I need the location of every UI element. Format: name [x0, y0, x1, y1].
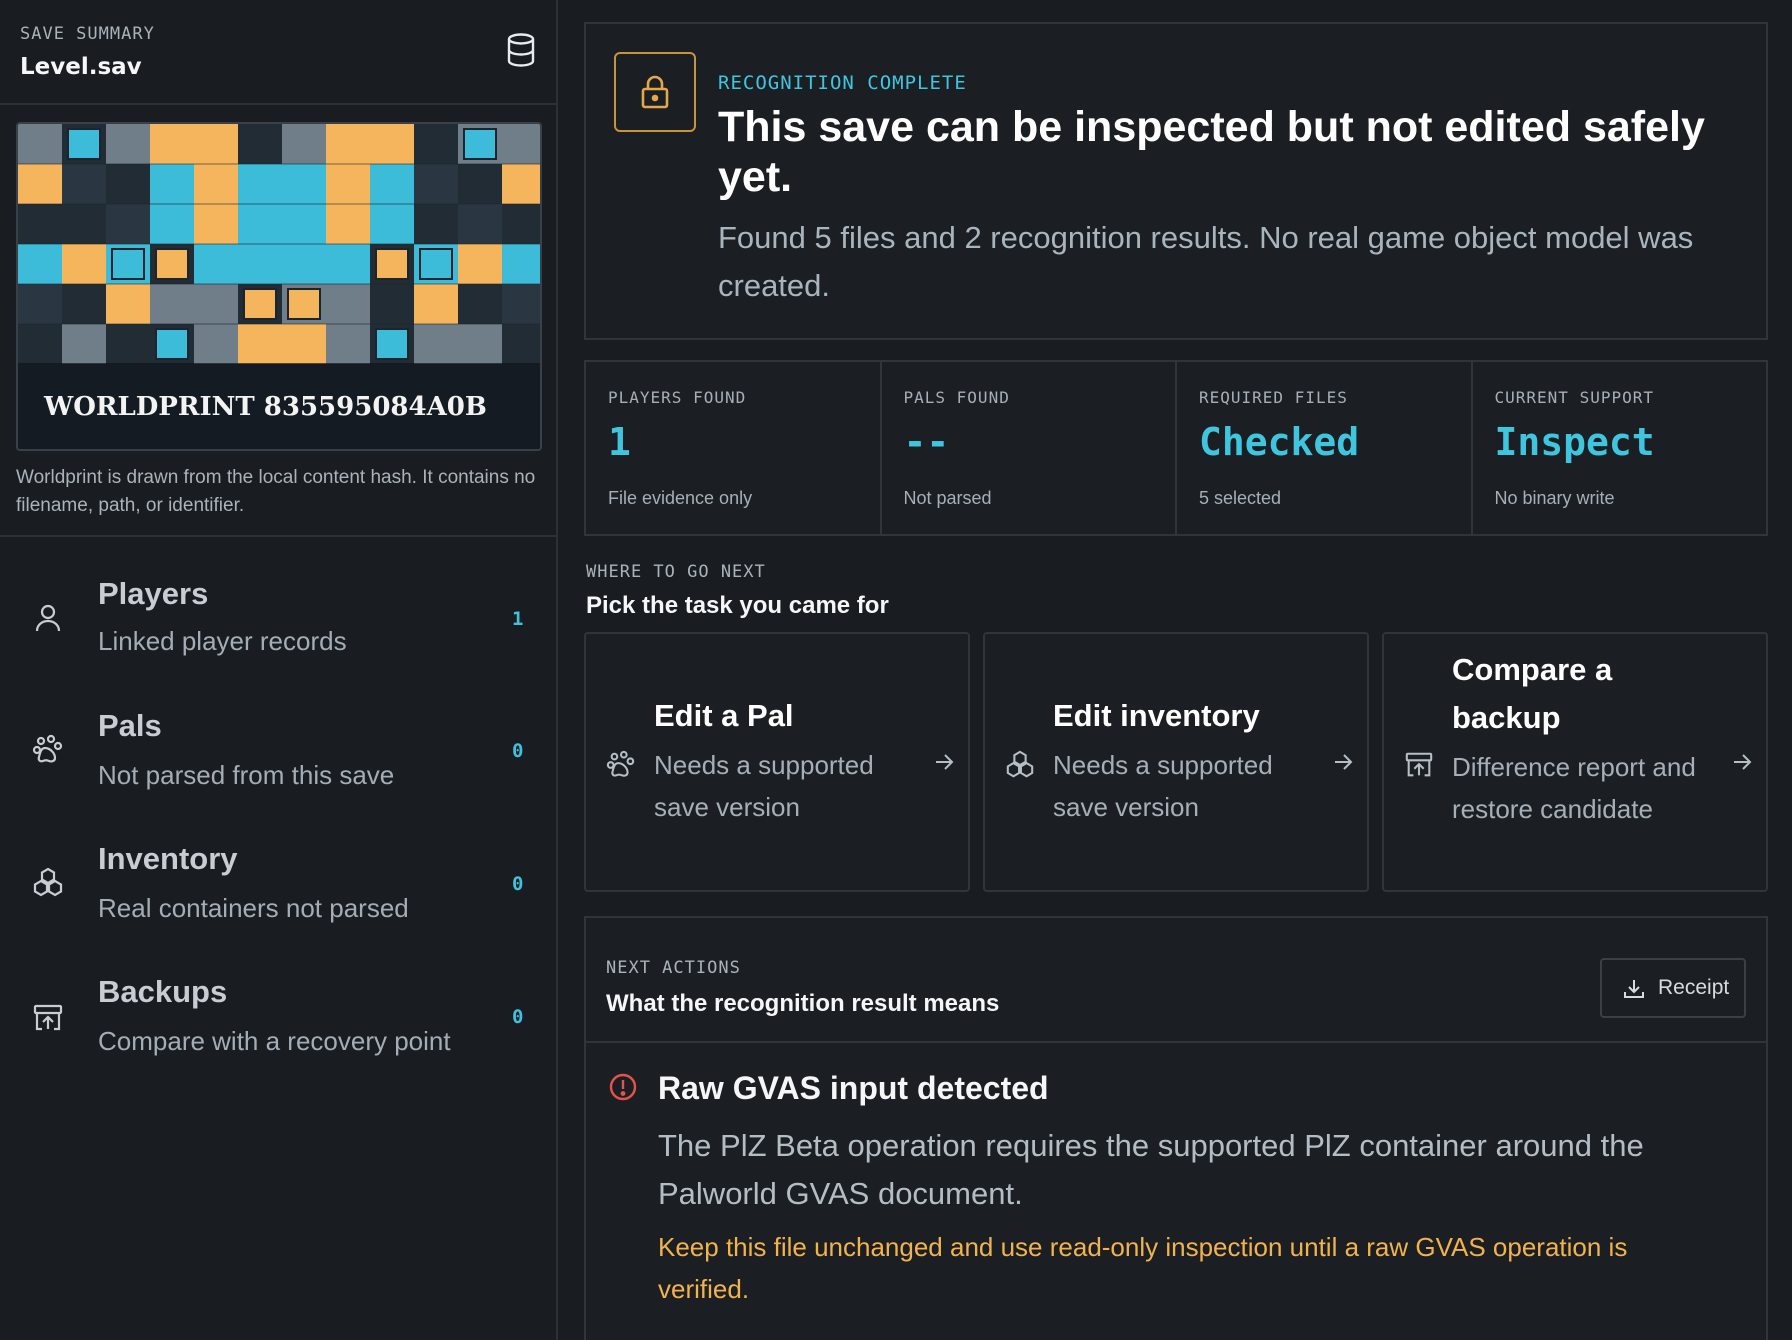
stat-note: File evidence only — [608, 488, 753, 508]
stat-required-files: REQUIRED FILES Checked 5 selected — [1177, 362, 1473, 534]
task-subtitle: Needs a supported save version — [1053, 750, 1273, 822]
task-subtitle: Difference report and restore candidate — [1452, 752, 1696, 824]
sidebar-divider — [0, 535, 556, 537]
receipt-button[interactable]: Receipt — [1600, 958, 1746, 1018]
hero-title: This save can be inspected but not edite… — [718, 103, 1705, 201]
sidebar-item-count: 0 — [512, 1006, 524, 1028]
next-title: Pick the task you came for — [586, 592, 889, 619]
alert-body: The PlZ Beta operation requires the supp… — [658, 1128, 1644, 1211]
arrow-right-icon — [1734, 754, 1752, 770]
stat-label: CURRENT SUPPORT — [1494, 388, 1654, 407]
lock-icon — [641, 75, 669, 109]
lock-badge — [614, 52, 696, 132]
actions-divider — [586, 1041, 1766, 1043]
stat-label: PALS FOUND — [903, 388, 1010, 407]
recognition-hero: RECOGNITION COMPLETE This save can be in… — [584, 22, 1768, 340]
sidebar-item-title: Inventory — [98, 841, 238, 876]
sidebar-item-count: 1 — [512, 608, 524, 630]
sidebar-kicker: SAVE SUMMARY — [20, 24, 155, 44]
sidebar-item-subtitle: Linked player records — [98, 626, 347, 656]
alert-note: Keep this file unchanged and use read-on… — [658, 1232, 1628, 1304]
boxes-icon — [33, 867, 63, 897]
sidebar-item-title: Players — [98, 576, 209, 611]
person-icon — [35, 604, 61, 632]
save-summary-sidebar: SAVE SUMMARY Level.sav WORLDPRINT 835595… — [0, 0, 558, 1340]
task-title: Compare a backup — [1452, 652, 1613, 735]
hero-kicker: RECOGNITION COMPLETE — [718, 72, 967, 94]
paw-icon — [32, 734, 63, 763]
actions-title: What the recognition result means — [606, 990, 1000, 1017]
receipt-label: Receipt — [1658, 976, 1730, 999]
worldprint-label: WORLDPRINT 835595084A0B — [44, 392, 487, 422]
stat-value: -- — [903, 420, 950, 464]
download-icon — [1624, 980, 1644, 998]
database-icon[interactable] — [505, 32, 537, 68]
hero-description: Found 5 files and 2 recognition results.… — [718, 220, 1694, 303]
stat-players-found: PLAYERS FOUND 1 File evidence only — [586, 362, 882, 534]
stat-value: Inspect — [1494, 420, 1655, 464]
sidebar-item-subtitle: Not parsed from this save — [98, 760, 395, 790]
archive-restore-icon — [33, 1004, 63, 1031]
sidebar-item-count: 0 — [512, 740, 524, 762]
task-subtitle: Needs a supported save version — [654, 750, 874, 822]
alert-circle-icon — [609, 1073, 637, 1101]
boxes-icon — [1006, 750, 1034, 778]
stat-note: 5 selected — [1199, 488, 1282, 508]
sidebar-item-count: 0 — [512, 873, 524, 895]
task-edit-inventory[interactable]: Edit inventory Needs a supported save ve… — [983, 632, 1369, 892]
arrow-right-icon — [936, 754, 954, 770]
stat-pals-found: PALS FOUND -- Not parsed — [882, 362, 1177, 534]
stat-label: REQUIRED FILES — [1199, 388, 1348, 407]
stat-label: PLAYERS FOUND — [608, 388, 747, 407]
actions-kicker: NEXT ACTIONS — [606, 958, 741, 978]
arrow-right-icon — [1335, 754, 1353, 770]
stat-value: 1 — [608, 420, 631, 464]
alert-title: Raw GVAS input detected — [658, 1070, 1049, 1106]
task-title: Edit a Pal — [654, 698, 794, 733]
stat-note: No binary write — [1494, 488, 1615, 508]
sidebar-item-inventory[interactable]: Inventory Real containers not parsed 0 — [0, 833, 556, 953]
sidebar-item-title: Pals — [98, 708, 162, 743]
stat-note: Not parsed — [903, 488, 992, 508]
sidebar-item-players[interactable]: Players Linked player records 1 — [0, 566, 556, 686]
save-file-name: Level.sav — [20, 54, 142, 80]
next-kicker: WHERE TO GO NEXT — [586, 562, 766, 582]
archive-restore-icon — [1405, 752, 1433, 777]
next-actions-panel: NEXT ACTIONS What the recognition result… — [584, 916, 1768, 1340]
sidebar-header: SAVE SUMMARY Level.sav — [0, 0, 556, 105]
sidebar-item-subtitle: Compare with a recovery point — [98, 1026, 451, 1056]
sidebar-item-pals[interactable]: Pals Not parsed from this save 0 — [0, 700, 556, 820]
task-title: Edit inventory — [1053, 698, 1260, 733]
stats-strip: PLAYERS FOUND 1 File evidence only PALS … — [584, 360, 1768, 536]
task-edit-pal[interactable]: Edit a Pal Needs a supported save versio… — [584, 632, 970, 892]
sidebar-item-subtitle: Real containers not parsed — [98, 893, 409, 923]
stat-current-support: CURRENT SUPPORT Inspect No binary write — [1473, 362, 1767, 534]
task-compare-backup[interactable]: Compare a backup Difference report and r… — [1382, 632, 1768, 892]
worldprint-caption: Worldprint is drawn from the local conte… — [16, 467, 536, 516]
sidebar-item-title: Backups — [98, 974, 228, 1009]
sidebar-item-backups[interactable]: Backups Compare with a recovery point 0 — [0, 966, 556, 1086]
worldprint-image: WORLDPRINT 835595084A0B — [16, 122, 542, 451]
stat-value: Checked — [1199, 420, 1360, 464]
paw-icon — [606, 750, 635, 777]
